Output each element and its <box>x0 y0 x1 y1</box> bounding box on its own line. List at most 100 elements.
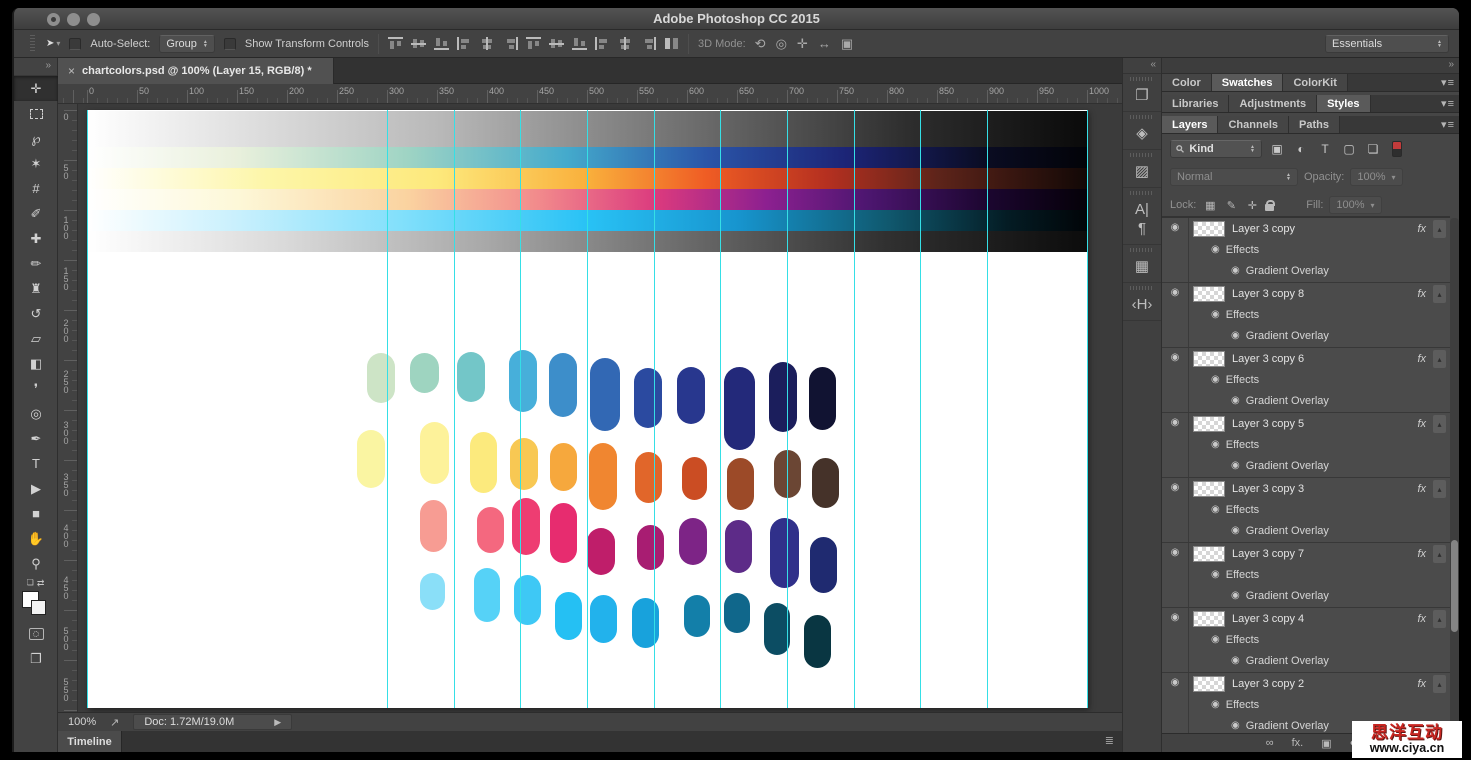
eye-icon[interactable]: ◉ <box>1211 634 1220 646</box>
rectangle-tool[interactable]: ■ <box>14 501 58 526</box>
magic-wand-tool[interactable]: ✶ <box>14 151 58 176</box>
zoom-tool[interactable]: ⚲ <box>14 551 58 576</box>
filter-toggle[interactable] <box>1392 141 1402 157</box>
scrollbar-thumb[interactable] <box>1451 540 1458 632</box>
eye-icon[interactable]: ◉ <box>1211 244 1220 256</box>
filter-smart-objects-icon[interactable]: ❏ <box>1364 142 1382 156</box>
layer-effects-row[interactable]: ◉Effects <box>1189 499 1450 521</box>
tab-channels[interactable]: Channels <box>1218 116 1289 133</box>
clone-stamp-tool[interactable]: ♜ <box>14 276 58 301</box>
panel-menu-icon[interactable]: ▾≡ <box>1441 116 1459 133</box>
layers-scrollbar[interactable] <box>1450 218 1459 733</box>
dock-grip[interactable] <box>1130 77 1154 81</box>
auto-select-mode-select[interactable]: Group ▲▼ <box>159 35 215 53</box>
options-bar-grip[interactable] <box>30 35 35 53</box>
distribute-right-edges-icon[interactable] <box>641 37 656 50</box>
type-tool[interactable]: T <box>14 451 58 476</box>
distribute-vertical-centers-icon[interactable] <box>549 37 564 50</box>
guide-line[interactable] <box>787 110 788 708</box>
spot-healing-brush-tool[interactable]: ✚ <box>14 226 58 251</box>
layer-effects-row[interactable]: ◉Effects <box>1189 694 1450 716</box>
expand-dock-icon[interactable]: » <box>1162 58 1459 74</box>
tab-timeline[interactable]: Timeline <box>58 731 122 752</box>
show-transform-controls-checkbox[interactable] <box>224 38 236 50</box>
collapse-effects-icon[interactable]: ▴ <box>1433 350 1446 368</box>
gradient-overlay-row[interactable]: ◉Gradient Overlay <box>1189 650 1450 672</box>
collapse-effects-icon[interactable]: ▴ <box>1433 675 1446 693</box>
tab-swatches[interactable]: Swatches <box>1212 74 1284 91</box>
blend-mode-select[interactable]: Normal ▲▼ <box>1170 168 1298 186</box>
collapse-effects-icon[interactable]: ▴ <box>1433 285 1446 303</box>
collapse-effects-icon[interactable]: ▴ <box>1433 480 1446 498</box>
layer-thumbnail[interactable] <box>1193 221 1225 237</box>
background-color-swatch[interactable] <box>31 600 46 615</box>
crop-tool[interactable]: # <box>14 176 58 201</box>
guide-line[interactable] <box>654 110 655 708</box>
layer-thumbnail[interactable] <box>1193 351 1225 367</box>
layer-effects-row[interactable]: ◉Effects <box>1189 629 1450 651</box>
zoom-level[interactable]: 100% <box>68 716 96 728</box>
tab-paths[interactable]: Paths <box>1289 116 1340 133</box>
layer-thumbnail[interactable] <box>1193 481 1225 497</box>
lock-position-icon[interactable]: ✛ <box>1244 199 1260 212</box>
tab-layers[interactable]: Layers <box>1162 116 1218 133</box>
dock-grip[interactable] <box>1130 248 1154 252</box>
tab-color[interactable]: Color <box>1162 74 1212 91</box>
orbit-3d-camera-icon[interactable]: ⟲ <box>755 36 766 52</box>
align-horizontal-centers-icon[interactable] <box>480 37 495 50</box>
paragraph-panel-icon[interactable]: ¶ <box>1138 219 1146 238</box>
title-bar[interactable]: Adobe Photoshop CC 2015 <box>14 8 1459 30</box>
canvas[interactable] <box>87 110 1087 708</box>
eye-icon[interactable]: ◉ <box>1211 374 1220 386</box>
blur-tool[interactable]: ❜ <box>14 376 58 401</box>
lasso-tool[interactable]: ℘ <box>14 126 58 151</box>
link-layers-icon[interactable]: ∞ <box>1266 737 1274 749</box>
layer-effects-row[interactable]: ◉Effects <box>1189 369 1450 391</box>
dodge-tool[interactable]: ◎ <box>14 401 58 426</box>
rectangular-marquee-tool[interactable] <box>14 101 58 126</box>
tab-libraries[interactable]: Libraries <box>1162 95 1229 112</box>
lock-all-icon[interactable] <box>1265 204 1274 211</box>
path-selection-tool[interactable]: ▶ <box>14 476 58 501</box>
layer-thumbnail[interactable] <box>1193 416 1225 432</box>
paint-bucket-tool[interactable]: ◧ <box>14 351 58 376</box>
layer-row[interactable]: Layer 3 copy 5fx▴ <box>1189 413 1450 434</box>
layer-effects-row[interactable]: ◉Effects <box>1189 564 1450 586</box>
pan-3d-camera-icon[interactable]: ✛ <box>797 36 808 52</box>
align-left-edges-icon[interactable] <box>457 37 472 50</box>
distribute-spacing-icon[interactable] <box>664 37 679 50</box>
collapse-effects-icon[interactable]: ▴ <box>1433 220 1446 238</box>
gradient-overlay-row[interactable]: ◉Gradient Overlay <box>1189 260 1450 282</box>
guide-line[interactable] <box>987 110 988 708</box>
lock-image-pixels-icon[interactable]: ✎ <box>1223 199 1239 212</box>
eye-icon[interactable]: ◉ <box>1211 439 1220 451</box>
guide-line[interactable] <box>387 110 388 708</box>
distribute-top-edges-icon[interactable] <box>526 37 541 50</box>
eye-icon[interactable]: ◉ <box>1231 720 1240 732</box>
guide-line[interactable] <box>1087 110 1088 708</box>
opacity-field[interactable]: 100% ▾ <box>1350 168 1402 186</box>
dock-grip[interactable] <box>1130 115 1154 119</box>
document-size-field[interactable]: Doc: 1.72M/19.0M ▶ <box>133 714 292 730</box>
history-panel-icon[interactable]: ❐ <box>1135 86 1148 105</box>
layer-thumbnail[interactable] <box>1193 286 1225 302</box>
distribute-left-edges-icon[interactable] <box>595 37 610 50</box>
eye-icon[interactable]: ◉ <box>1211 699 1220 711</box>
filter-type-layers-icon[interactable]: T <box>1316 142 1334 156</box>
guide-line[interactable] <box>720 110 721 708</box>
add-layer-mask-icon[interactable]: ▣ <box>1321 737 1331 750</box>
layer-row[interactable]: Layer 3 copy 4fx▴ <box>1189 608 1450 629</box>
layer-row[interactable]: Layer 3 copyfx▴ <box>1189 218 1450 239</box>
tool-preset-button[interactable]: ➤ ▾ <box>46 38 60 49</box>
move-tool[interactable]: ✛ <box>14 76 58 101</box>
layer-row[interactable]: Layer 3 copy 6fx▴ <box>1189 348 1450 369</box>
slide-3d-camera-icon[interactable]: ↔ <box>818 36 831 51</box>
layer-effects-row[interactable]: ◉Effects <box>1189 434 1450 456</box>
filter-adjustment-layers-icon[interactable]: ◐ <box>1292 142 1310 156</box>
distribute-horizontal-centers-icon[interactable] <box>618 37 633 50</box>
close-tab-icon[interactable]: × <box>68 64 75 78</box>
extensions-panel-icon[interactable]: ‹H› <box>1132 295 1153 314</box>
align-right-edges-icon[interactable] <box>503 37 518 50</box>
panel-menu-icon[interactable]: ▾≡ <box>1441 74 1459 91</box>
character-panel-icon[interactable]: A| <box>1135 200 1149 219</box>
